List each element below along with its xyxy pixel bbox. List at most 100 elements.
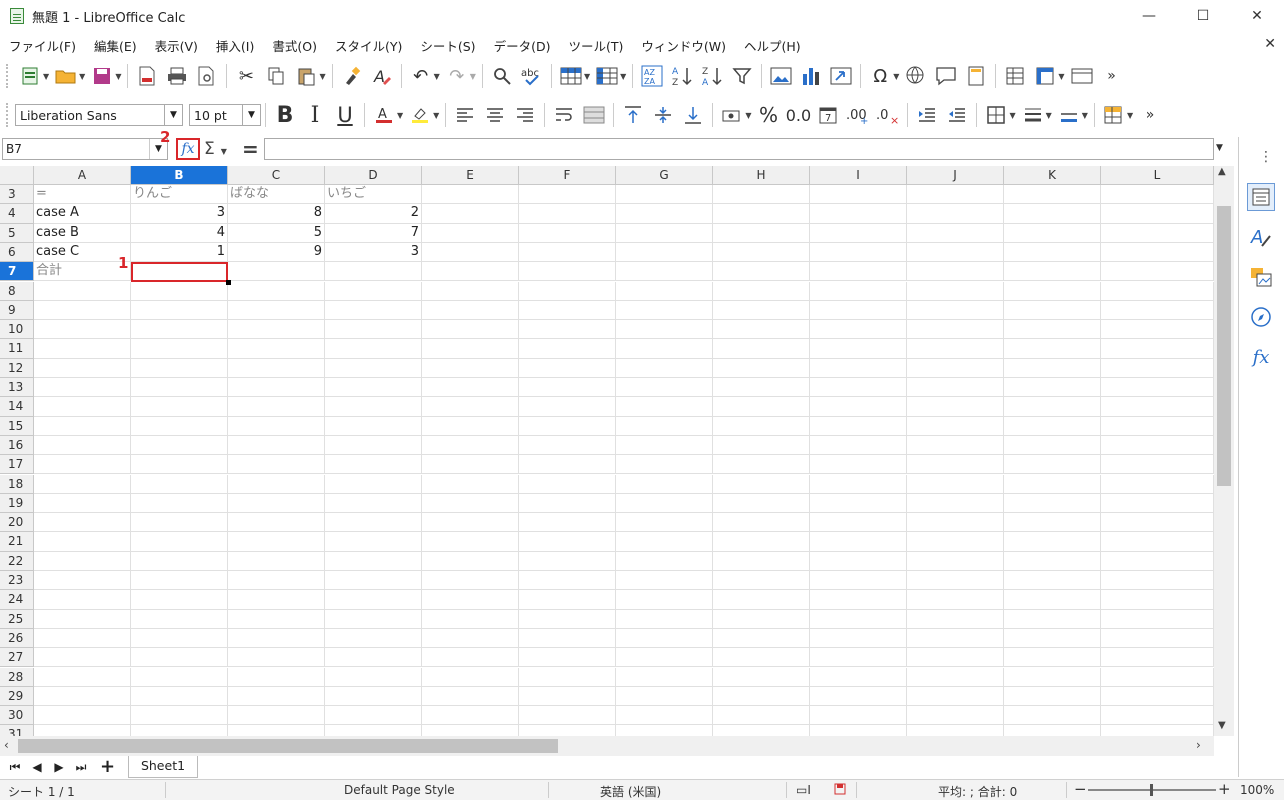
format-as-currency-icon[interactable] [717,101,747,129]
row-header[interactable]: 23 [0,571,34,591]
undo-icon[interactable]: ↶ [406,62,436,90]
borders-icon[interactable] [981,101,1011,129]
cell-e9[interactable] [422,300,519,321]
name-box[interactable]: B7 ▼ [2,138,168,160]
cell-f21[interactable] [519,532,616,552]
scroll-down-icon[interactable]: ▼ [1218,720,1226,731]
cell-c12[interactable] [228,358,325,378]
increase-indent-icon[interactable] [912,101,942,129]
cell-d5[interactable]: 7 [325,223,422,243]
cell-l7[interactable] [1101,262,1214,282]
cell-k11[interactable] [1004,339,1101,359]
cell-d4[interactable]: 2 [325,204,422,224]
export-pdf-icon[interactable] [132,62,162,90]
cell-h28[interactable] [713,667,810,687]
cell-k29[interactable] [1004,686,1101,707]
delete-decimal-place-icon[interactable]: .0 × [873,101,903,129]
cell-f22[interactable] [519,551,616,571]
toolbar-grip[interactable] [6,64,9,88]
cell-l26[interactable] [1101,628,1214,649]
cell-i15[interactable] [810,416,907,436]
cell-k31[interactable] [1004,725,1101,736]
column-header-k[interactable]: K [1004,166,1101,185]
print-icon[interactable] [162,62,192,90]
cell-j30[interactable] [907,706,1004,726]
cell-c9[interactable] [228,300,325,321]
cell-c23[interactable] [228,571,325,591]
cell-e4[interactable] [422,204,519,224]
sort-descending-icon[interactable]: ZA [697,62,727,90]
page-style[interactable]: Default Page Style [344,783,455,797]
cell-b14[interactable] [131,397,228,417]
row-header[interactable]: 9 [0,300,34,321]
last-sheet-icon[interactable]: ⏭ [70,760,92,775]
cell-b12[interactable] [131,358,228,378]
cell-c10[interactable] [228,320,325,340]
cell-k9[interactable] [1004,300,1101,321]
font-color-icon[interactable]: A [369,101,399,129]
cell-b13[interactable] [131,378,228,398]
cell-a11[interactable] [34,339,131,359]
cell-h7[interactable] [713,262,810,282]
cell-i20[interactable] [810,513,907,533]
format-as-date-icon[interactable]: 7 [813,101,843,129]
cell-a23[interactable] [34,571,131,591]
cell-e12[interactable] [422,358,519,378]
cell-l28[interactable] [1101,667,1214,687]
insert-image-icon[interactable] [766,62,796,90]
cell-e19[interactable] [422,493,519,514]
cell-h23[interactable] [713,571,810,591]
paste-icon[interactable] [291,62,321,90]
cell-g14[interactable] [616,397,713,417]
cell-a3[interactable]: = [34,185,131,205]
cell-k5[interactable] [1004,223,1101,243]
cell-j26[interactable] [907,628,1004,649]
cell-l10[interactable] [1101,320,1214,340]
redo-icon[interactable]: ↷ [442,62,472,90]
cell-j5[interactable] [907,223,1004,243]
cell-c27[interactable] [228,648,325,668]
align-bottom-icon[interactable] [678,101,708,129]
row-icon[interactable] [556,62,586,90]
cell-d15[interactable] [325,416,422,436]
cell-b16[interactable] [131,435,228,456]
cell-e10[interactable] [422,320,519,340]
cell-k20[interactable] [1004,513,1101,533]
cell-i12[interactable] [810,358,907,378]
cell-e28[interactable] [422,667,519,687]
cell-c19[interactable] [228,493,325,514]
cell-l21[interactable] [1101,532,1214,552]
cell-a8[interactable] [34,281,131,301]
sum-icon[interactable]: Σ ▼ [204,139,227,159]
close-document-button[interactable]: ✕ [1264,36,1276,52]
cell-d11[interactable] [325,339,422,359]
select-all-corner[interactable] [0,166,34,185]
zoom-slider-thumb[interactable] [1150,784,1153,796]
cell-k17[interactable] [1004,455,1101,475]
clear-formatting-icon[interactable]: A [367,62,397,90]
function-wizard-button[interactable]: fx [176,138,200,160]
cell-g15[interactable] [616,416,713,436]
sheet-tab-sheet1[interactable]: Sheet1 [128,756,198,778]
border-color-icon[interactable] [1054,101,1084,129]
cell-i5[interactable] [810,223,907,243]
cell-b6[interactable]: 1 [131,242,228,263]
cell-j10[interactable] [907,320,1004,340]
row-header[interactable]: 17 [0,455,34,475]
insert-chart-icon[interactable] [796,62,826,90]
cell-g3[interactable] [616,185,713,205]
cell-c17[interactable] [228,455,325,475]
italic-icon[interactable]: I [300,101,330,129]
cell-h11[interactable] [713,339,810,359]
cell-b25[interactable] [131,609,228,629]
row-header[interactable]: 4 [0,204,34,224]
menu-view[interactable]: 表示(V) [146,36,207,55]
cell-g18[interactable] [616,474,713,494]
cell-j20[interactable] [907,513,1004,533]
copy-icon[interactable] [261,62,291,90]
toolbar-overflow-icon[interactable]: » [1135,101,1165,129]
cell-i16[interactable] [810,435,907,456]
cell-g23[interactable] [616,571,713,591]
column-header-g[interactable]: G [616,166,713,185]
cell-i11[interactable] [810,339,907,359]
